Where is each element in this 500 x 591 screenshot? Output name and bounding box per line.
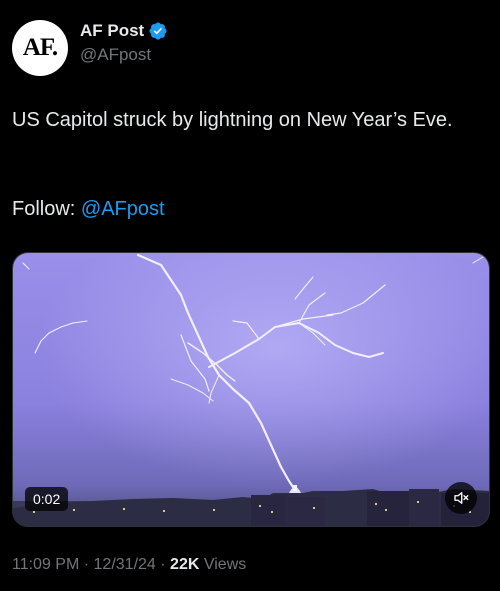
tweet-body: US Capitol struck by lightning on New Ye…	[12, 109, 453, 131]
speaker-muted-icon	[454, 492, 469, 504]
follow-line: Follow: @AFpost	[12, 195, 165, 223]
follow-prefix: Follow:	[12, 198, 81, 220]
follow-mention-link[interactable]: @AFpost	[81, 198, 165, 220]
tweet-time[interactable]: 11:09 PM	[12, 556, 79, 573]
author-name-row: AF Post	[80, 21, 168, 41]
meta-separator: ·	[83, 556, 90, 573]
avatar-logo-text: AF.	[22, 34, 58, 61]
author-handle[interactable]: @AFpost	[80, 45, 151, 65]
video-player[interactable]: 0:02	[12, 252, 490, 527]
tweet-text: US Capitol struck by lightning on New Ye…	[12, 106, 482, 134]
tweet-meta: 11:09 PM · 12/31/24 · 22K Views	[12, 556, 246, 574]
meta-separator: ·	[160, 556, 166, 573]
lightning-video-frame	[13, 253, 489, 526]
views-label: Views	[203, 556, 247, 573]
verified-badge-icon[interactable]	[148, 21, 168, 41]
author-avatar[interactable]: AF.	[12, 20, 68, 76]
tweet-date[interactable]: 12/31/24	[94, 556, 156, 573]
views-count[interactable]: 22K	[170, 556, 199, 573]
mute-button[interactable]	[445, 482, 477, 514]
video-timestamp: 0:02	[25, 487, 69, 511]
author-name[interactable]: AF Post	[80, 21, 144, 41]
